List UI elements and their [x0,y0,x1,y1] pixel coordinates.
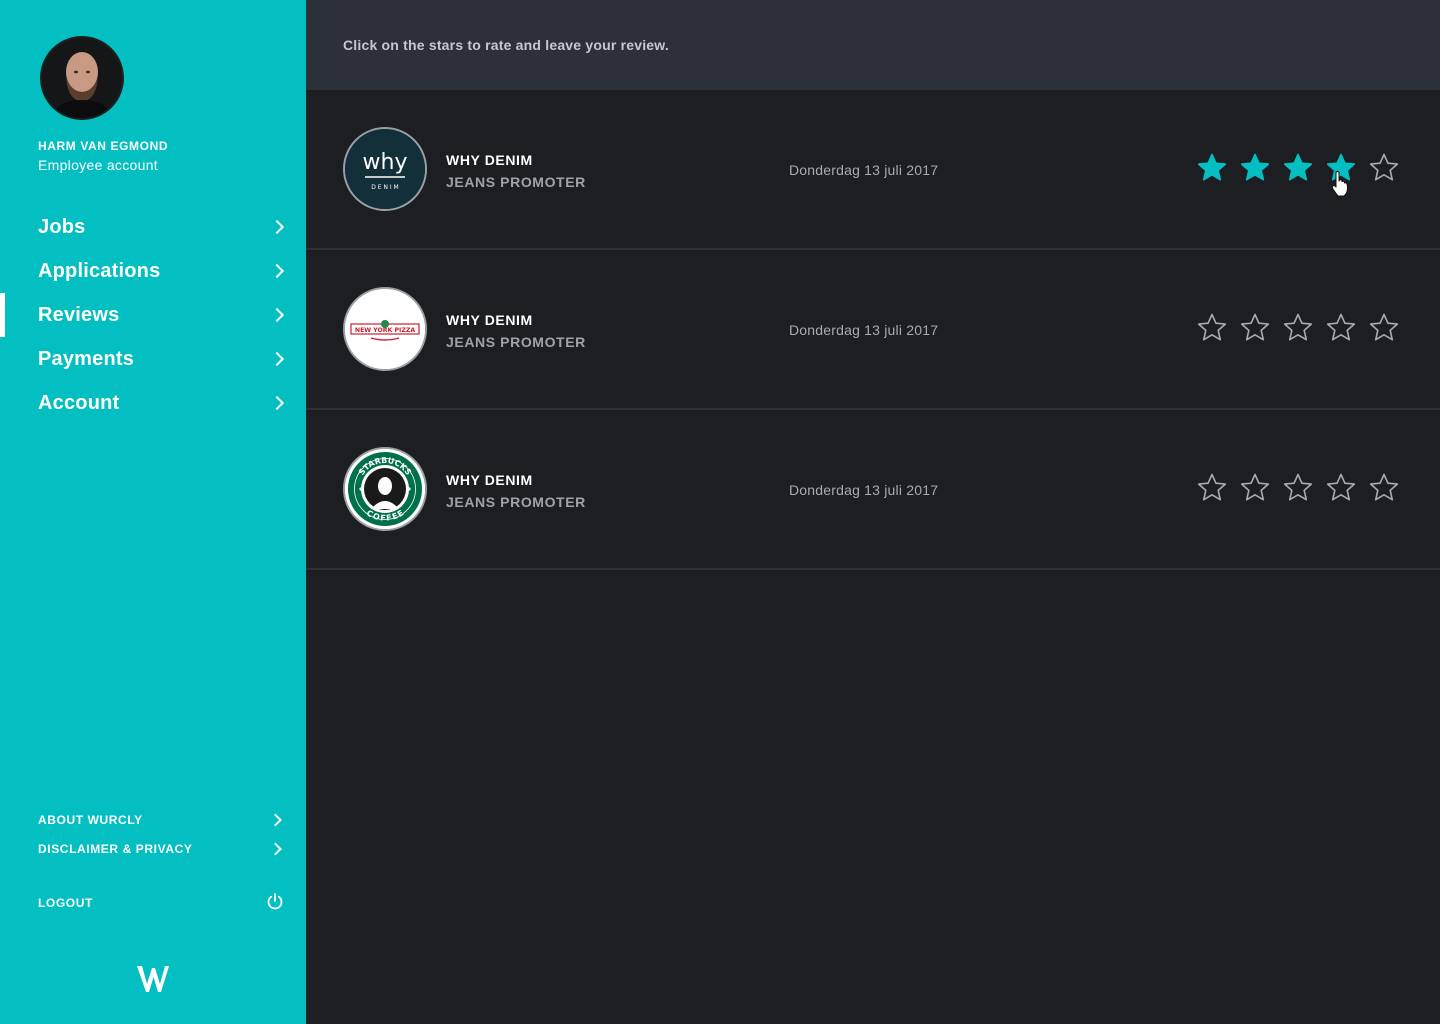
chevron-right-icon [269,351,285,367]
company-name: WHY DENIM [446,152,533,168]
star-3-icon[interactable] [1282,312,1314,344]
sidebar-item-jobs[interactable]: Jobs [0,205,306,249]
star-rating [1196,312,1411,344]
star-5-icon[interactable] [1368,472,1400,504]
job-role: JEANS PROMOTER [446,494,586,510]
disclaimer-label: DISCLAIMER & PRIVACY [38,842,193,856]
star-1-icon[interactable] [1196,312,1228,344]
sidebar-item-payments[interactable]: Payments [0,337,306,381]
star-3-icon[interactable] [1282,472,1314,504]
sidebar: HARM VAN EGMOND Employee account Jobs Ap… [0,0,306,1024]
sidebar-item-label: Jobs [38,215,86,238]
star-2-icon[interactable] [1239,312,1271,344]
job-date: Donderdag 13 juli 2017 [789,322,939,338]
chevron-right-icon [269,813,282,827]
chevron-right-icon [269,263,285,279]
sidebar-item-label: Applications [38,259,161,282]
review-row: why D E N I M WHY DENIM JEANS PROMOTER D… [306,90,1440,250]
logo-text: why [363,150,408,175]
chevron-right-icon [269,842,282,856]
disclaimer-link[interactable]: DISCLAIMER & PRIVACY [0,838,306,860]
star-2-icon[interactable] [1239,152,1271,184]
star-3-icon[interactable] [1282,152,1314,184]
job-date: Donderdag 13 juli 2017 [789,162,939,178]
top-bar: Click on the stars to rate and leave you… [306,0,1440,90]
power-icon [266,893,284,914]
logo-subtext: D E N I M [371,184,398,191]
logout-button[interactable]: LOGOUT [0,892,306,914]
job-role: JEANS PROMOTER [446,334,586,350]
logo-text: NEW YORK PIZZA [355,327,415,334]
star-4-icon[interactable] [1325,472,1357,504]
company-name: WHY DENIM [446,312,533,328]
logout-label: LOGOUT [38,896,93,910]
sidebar-item-label: Payments [38,347,135,370]
job-date: Donderdag 13 juli 2017 [789,482,939,498]
avatar[interactable] [40,36,124,120]
hand-cursor-icon [1331,171,1349,202]
chevron-right-icon [269,219,285,235]
review-list: why D E N I M WHY DENIM JEANS PROMOTER D… [306,90,1440,570]
star-4-icon[interactable] [1325,312,1357,344]
sidebar-item-reviews[interactable]: Reviews [0,293,306,337]
sidebar-item-account[interactable]: Account [0,381,306,425]
star-5-icon[interactable] [1368,152,1400,184]
user-name: HARM VAN EGMOND [38,139,169,153]
company-name: WHY DENIM [446,472,533,488]
about-link[interactable]: ABOUT WURCLY [0,809,306,831]
star-rating [1196,152,1411,184]
starbucks-coffee-logo: STARBUCKS COFFEE [343,447,427,531]
job-role: JEANS PROMOTER [446,174,586,190]
account-type: Employee account [38,157,158,173]
about-label: ABOUT WURCLY [38,813,143,827]
review-row: STARBUCKS COFFEE WHY DENIM JEANS PROMOTE… [306,410,1440,570]
chevron-right-icon [269,395,285,411]
star-2-icon[interactable] [1239,472,1271,504]
main-nav: Jobs Applications Reviews Payments Accou… [0,205,306,425]
star-1-icon[interactable] [1196,472,1228,504]
star-rating [1196,472,1411,504]
why-denim-logo: why D E N I M [343,127,427,211]
new-york-pizza-logo: NEW YORK PIZZA [343,287,427,371]
star-1-icon[interactable] [1196,152,1228,184]
sidebar-item-applications[interactable]: Applications [0,249,306,293]
sidebar-item-label: Account [38,391,120,414]
wurcly-logo-icon [136,964,170,999]
star-5-icon[interactable] [1368,312,1400,344]
review-row: NEW YORK PIZZA WHY DENIM JEANS PROMOTER … [306,250,1440,410]
instruction-text: Click on the stars to rate and leave you… [343,37,669,53]
sidebar-item-label: Reviews [38,303,120,326]
chevron-right-icon [269,307,285,323]
